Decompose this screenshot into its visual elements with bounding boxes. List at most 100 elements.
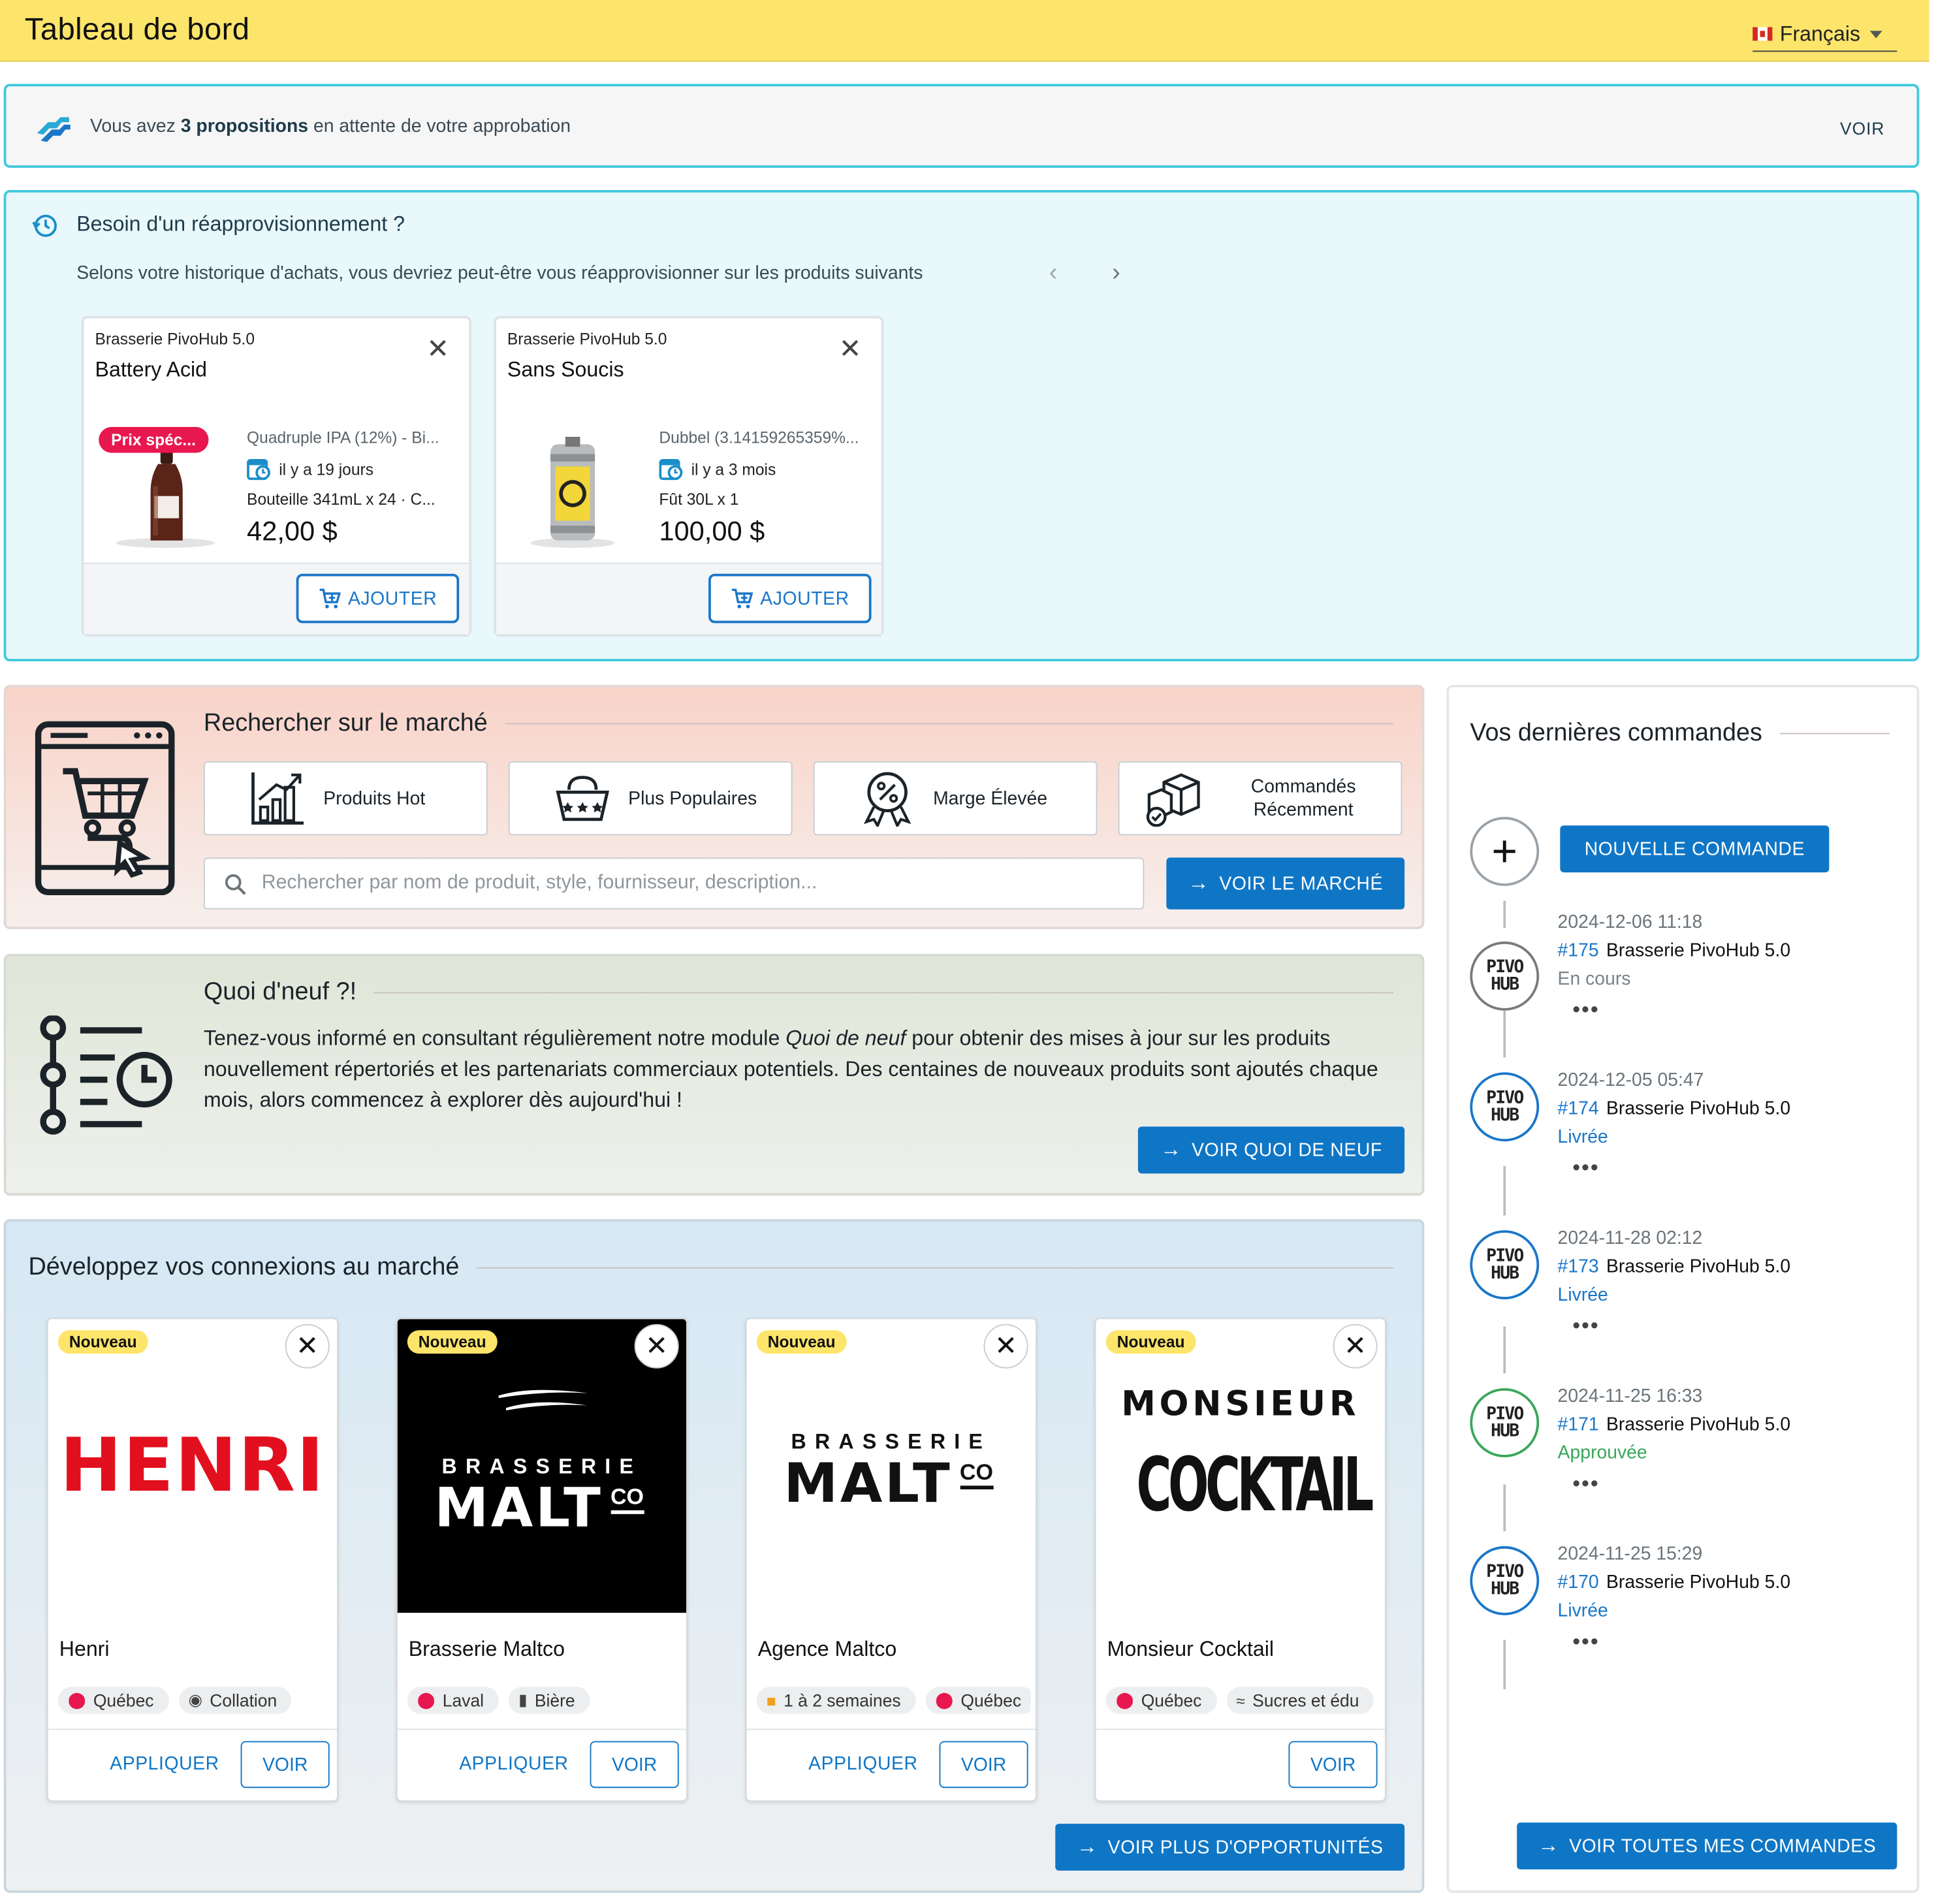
proposals-count: 3 propositions [180,116,309,137]
tag-label: Québec [960,1690,1022,1711]
timeline-clock-icon [40,1015,172,1135]
order-line: #170 Brasserie PivoHub 5.0 [1558,1572,1916,1593]
news-body: Tenez-vous informé en consultant réguliè… [204,1023,1401,1116]
product-name: Sans Soucis [507,358,624,381]
apply-button[interactable]: APPLIQUER [110,1753,219,1774]
cocktail-logo-top: MONSIEUR [1121,1383,1360,1424]
close-icon[interactable]: ✕ [839,335,862,363]
beer-keg-image [530,436,615,548]
tag-label: Bière [534,1690,575,1711]
news-module-name: Quoi de neuf [785,1026,906,1051]
view-proposals-link[interactable]: VOIR [1840,118,1884,138]
view-supplier-button[interactable]: VOIR [939,1741,1028,1788]
more-options-icon[interactable]: ••• [1572,1313,1916,1339]
chevron-left-icon[interactable]: ‹ [1049,259,1058,287]
reorder-product-card: Brasserie PivoHub 5.0 Sans Soucis ✕ Dubb… [494,315,884,637]
close-icon[interactable]: ✕ [1333,1324,1378,1369]
cart-plus-icon [319,588,341,609]
view-market-button[interactable]: → VOIR LE MARCHÉ [1166,857,1405,910]
view-whats-new-button[interactable]: → VOIR QUOI DE NEUF [1137,1126,1405,1174]
more-options-icon[interactable]: ••• [1572,1471,1916,1497]
more-options-icon[interactable]: ••• [1572,1155,1916,1181]
order-number-link[interactable]: #171 [1558,1414,1599,1435]
order-item[interactable]: 2024-12-05 05:47 #174 Brasserie PivoHub 5… [1558,1070,1916,1181]
order-item[interactable]: 2024-12-06 11:18 #175 Brasserie PivoHub 5… [1558,912,1916,1023]
canada-flag-icon [1752,27,1773,41]
pivohub-avatar: PIVO HUB [1470,1388,1540,1457]
product-description: Dubbel (3.14159265359%... [659,428,859,447]
calendar-clock-icon [247,459,270,481]
product-format: Bouteille 341mL x 24 · C... [247,490,436,509]
map-pin-icon: ⬤ [67,1690,86,1709]
view-supplier-button[interactable]: VOIR [240,1741,330,1788]
supplier-name: Monsieur Cocktail [1107,1637,1274,1661]
product-price: 42,00 $ [247,515,338,547]
order-item[interactable]: 2024-11-28 02:12 #173 Brasserie PivoHub 5… [1558,1228,1916,1339]
whats-new-panel: Quoi d'neuf ?! Tenez-vous informé en con… [3,953,1425,1196]
new-order-label: NOUVELLE COMMANDE [1584,838,1805,860]
order-number-link[interactable]: #175 [1558,940,1599,961]
order-date: 2024-12-06 11:18 [1557,912,1703,933]
online-shop-icon [35,721,175,896]
new-order-button[interactable]: NOUVELLE COMMANDE [1560,825,1830,873]
more-opportunities-button[interactable]: → VOIR PLUS D'OPPORTUNITÉS [1055,1824,1405,1871]
supplier-card: MONSIEUR COCKTAIL Nouveau ✕ Monsieur Coc… [1094,1318,1386,1802]
close-icon[interactable]: ✕ [285,1324,330,1369]
order-item[interactable]: 2024-11-25 16:33 #171 Brasserie PivoHub 5… [1558,1386,1916,1497]
maltco-logo-top: BRASSERIE [791,1430,992,1454]
news-title-row: Quoi d'neuf ?! [204,979,1394,1007]
market-connections-panel: Développez vos connexions au marché HENR… [3,1219,1425,1893]
title-divider [1779,733,1890,735]
last-order-text: il y a 19 jours [279,459,373,479]
henri-logo-text: HENRI [59,1422,326,1510]
chevron-right-icon[interactable]: › [1112,259,1120,287]
hot-products-button[interactable]: Produits Hot [203,761,488,836]
most-popular-button[interactable]: Plus Populaires [508,761,793,836]
search-input[interactable] [261,859,1126,908]
high-margin-button[interactable]: Marge Élevée [813,761,1098,836]
close-icon[interactable]: ✕ [983,1324,1028,1369]
market-title: Rechercher sur le marché [203,709,488,737]
add-to-cart-button[interactable]: AJOUTER [296,573,460,624]
add-to-cart-button[interactable]: AJOUTER [708,573,872,624]
product-card-footer: AJOUTER [496,562,881,635]
maltco-logo-word: MALT [434,1477,603,1540]
order-line: #171 Brasserie PivoHub 5.0 [1558,1414,1916,1435]
timeline-connector [1503,1010,1506,1058]
order-date: 2024-11-28 02:12 [1557,1228,1703,1249]
timeline-connector [1503,1640,1506,1690]
order-number-link[interactable]: #173 [1558,1256,1599,1277]
news-body-text: Tenez-vous informé en consultant réguliè… [203,1026,786,1051]
tag-label: Collation [210,1690,277,1711]
view-all-orders-button[interactable]: → VOIR TOUTES MES COMMANDES [1517,1822,1897,1870]
more-options-icon[interactable]: ••• [1572,1629,1916,1655]
view-all-orders-label: VOIR TOUTES MES COMMANDES [1569,1835,1877,1857]
more-options-icon[interactable]: ••• [1572,997,1916,1023]
pivohub-avatar: PIVO HUB [1470,1546,1540,1615]
order-number-link[interactable]: #174 [1558,1098,1599,1119]
title-divider [373,992,1394,994]
language-select[interactable]: Français [1752,17,1897,52]
top-bar: Tableau de bord Français [0,0,1929,62]
market-search[interactable] [203,857,1145,910]
order-number-link[interactable]: #170 [1558,1572,1599,1593]
order-item[interactable]: 2024-11-25 15:29 #170 Brasserie PivoHub 5… [1558,1544,1916,1655]
delivery-tag: ■ 1 à 2 semaines [756,1687,916,1714]
supplier-name: Agence Maltco [757,1637,897,1661]
plus-icon[interactable]: + [1470,817,1540,886]
order-supplier: Brasserie PivoHub 5.0 [1606,1572,1791,1593]
view-supplier-button[interactable]: VOIR [590,1741,679,1788]
apply-button[interactable]: APPLIQUER [459,1753,568,1774]
product-price: 100,00 $ [659,515,765,547]
view-supplier-button[interactable]: VOIR [1288,1741,1378,1788]
add-to-cart-label: AJOUTER [347,588,437,609]
apply-button[interactable]: APPLIQUER [808,1753,917,1774]
recently-ordered-button[interactable]: Commandés Récemment [1118,761,1403,836]
category-tag: ▮ Bière [508,1687,590,1714]
close-icon[interactable]: ✕ [634,1324,679,1369]
special-price-badge: Prix spéc... [99,426,208,453]
caret-down-icon [1870,30,1883,38]
close-icon[interactable]: ✕ [426,335,449,363]
title-divider [505,723,1394,725]
tag-label: Québec [1141,1690,1202,1711]
